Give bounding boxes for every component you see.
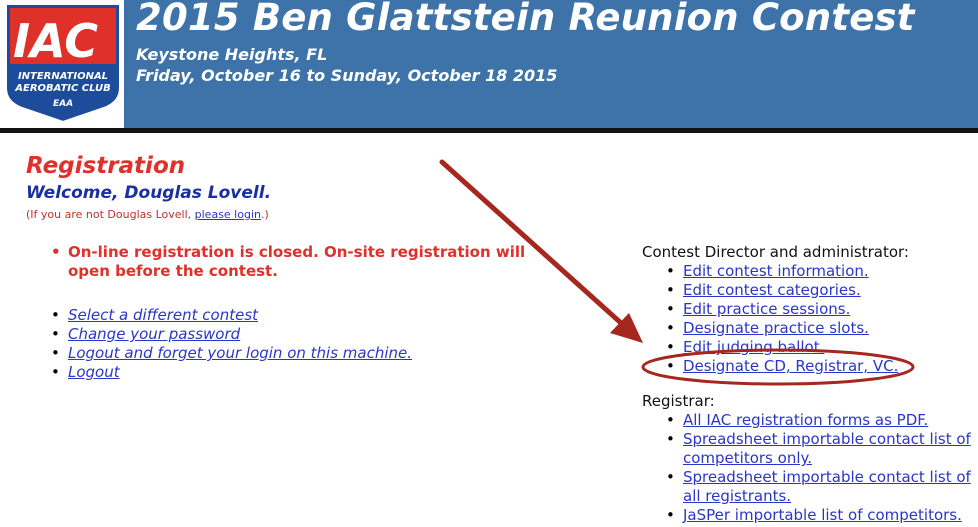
header-banner: IAC INTERNATIONAL AEROBATIC CLUB EAA 201…	[0, 0, 978, 128]
logo-line2: AEROBATIC CLUB	[14, 83, 110, 94]
edit-judging-ballot-link[interactable]: Edit judging ballot.	[683, 338, 824, 356]
list-item: Designate CD, Registrar, VC.	[666, 357, 909, 376]
list-item: Select a different contest	[51, 306, 412, 325]
list-item: Spreadsheet importable contact list of c…	[666, 430, 978, 468]
annotation-arrowhead	[610, 313, 643, 343]
list-item: Edit judging ballot.	[666, 338, 909, 357]
edit-categories-link[interactable]: Edit contest categories.	[683, 281, 861, 299]
list-item: Edit practice sessions.	[666, 300, 909, 319]
login-link[interactable]: please login	[195, 208, 261, 221]
competitor-contacts-link[interactable]: Spreadsheet importable contact list of c…	[683, 430, 971, 467]
jasper-competitors-link[interactable]: JaSPer importable list of competitors.	[683, 506, 962, 524]
header-divider	[0, 128, 978, 133]
designate-officials-link[interactable]: Designate CD, Registrar, VC.	[683, 357, 898, 375]
list-item: JaSPer importable list of competitors.	[666, 506, 978, 525]
change-password-link[interactable]: Change your password	[68, 325, 240, 343]
list-item: All IAC registration forms as PDF.	[666, 411, 978, 430]
registration-forms-pdf-link[interactable]: All IAC registration forms as PDF.	[683, 411, 928, 429]
not-you-notice: (If you are not Douglas Lovell, please l…	[26, 208, 269, 221]
logo-letters: IAC	[13, 14, 98, 68]
page-title: 2015 Ben Glattstein Reunion Contest	[136, 0, 915, 39]
logo-eaa: EAA	[53, 99, 73, 109]
registration-closed-message: On-line registration is closed. On-site …	[51, 243, 558, 281]
contest-dates: Friday, October 16 to Sunday, October 18…	[136, 66, 558, 85]
welcome-message: Welcome, Douglas Lovell.	[26, 183, 272, 203]
logout-forget-link[interactable]: Logout and forget your login on this mac…	[68, 344, 412, 362]
notice-prefix: (If you are not Douglas Lovell,	[26, 208, 195, 221]
logo-line1: INTERNATIONAL	[18, 71, 108, 82]
edit-practice-sessions-link[interactable]: Edit practice sessions.	[683, 300, 850, 318]
notice-suffix: .)	[260, 208, 269, 221]
list-item: Spreadsheet importable contact list of a…	[666, 468, 978, 506]
list-item: Edit contest categories.	[666, 281, 909, 300]
edit-contest-info-link[interactable]: Edit contest information.	[683, 262, 869, 280]
designate-practice-slots-link[interactable]: Designate practice slots.	[683, 319, 869, 337]
select-contest-link[interactable]: Select a different contest	[68, 306, 258, 324]
status-list: On-line registration is closed. On-site …	[51, 243, 558, 281]
registration-heading: Registration	[26, 153, 186, 179]
list-item: Logout and forget your login on this mac…	[51, 344, 412, 363]
registrar-label: Registrar:	[642, 392, 715, 410]
list-item: Edit contest information.	[666, 262, 909, 281]
iac-shield-icon: IAC INTERNATIONAL AEROBATIC CLUB EAA	[5, 3, 121, 124]
list-item: Change your password	[51, 325, 412, 344]
user-links: Select a different contest Change your p…	[51, 306, 412, 382]
registrar-section: Registrar: All IAC registration forms as…	[642, 392, 978, 525]
logout-link[interactable]: Logout	[68, 363, 120, 381]
contest-location: Keystone Heights, FL	[136, 45, 328, 64]
cd-label: Contest Director and administrator:	[642, 243, 909, 261]
all-registrant-contacts-link[interactable]: Spreadsheet importable contact list of a…	[683, 468, 971, 505]
list-item: Designate practice slots.	[666, 319, 909, 338]
list-item: Logout	[51, 363, 412, 382]
cd-admin-section: Contest Director and administrator: Edit…	[642, 243, 909, 376]
iac-logo[interactable]: IAC INTERNATIONAL AEROBATIC CLUB EAA	[0, 0, 124, 128]
